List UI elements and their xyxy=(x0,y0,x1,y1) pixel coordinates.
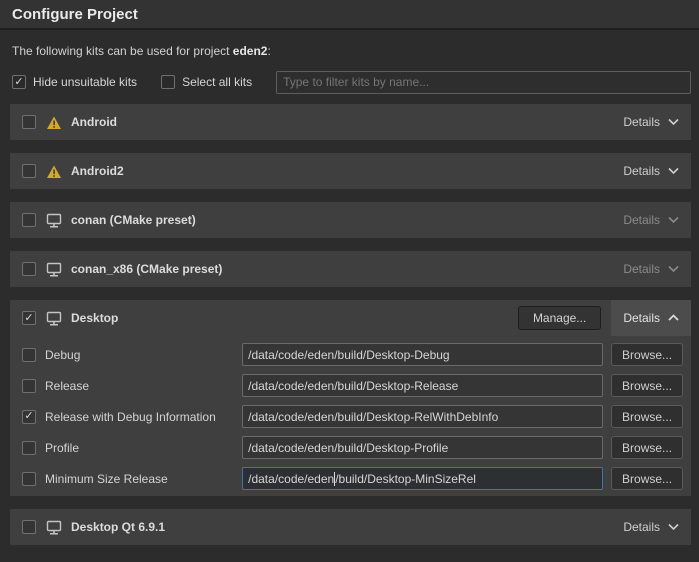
kit-filter-input[interactable] xyxy=(276,71,691,94)
chevron-up-icon xyxy=(668,314,679,322)
kit-header: Desktop Manage... Details xyxy=(10,300,691,336)
manage-button[interactable]: Manage... xyxy=(518,306,601,330)
details-toggle[interactable]: Details xyxy=(611,202,691,238)
kit-row-android2: Android2 Details xyxy=(10,153,691,189)
kit-header: Desktop Qt 6.9.1 Details xyxy=(10,509,691,545)
desktop-icon xyxy=(46,213,62,228)
kit-row-desktop: Desktop Manage... Details Debug Browse..… xyxy=(10,300,691,496)
build-config-row-relwithdebinfo: Release with Debug Information Browse... xyxy=(22,405,683,428)
build-dir-input[interactable] xyxy=(242,374,603,397)
chevron-down-icon xyxy=(668,265,679,273)
kit-header: conan (CMake preset) Details xyxy=(10,202,691,238)
warning-icon xyxy=(46,164,62,179)
kit-header: Android2 Details xyxy=(10,153,691,189)
kit-name: Desktop xyxy=(71,311,518,325)
kit-checkbox[interactable] xyxy=(22,520,36,534)
build-config-list: Debug Browse... Release Browse... Releas… xyxy=(10,336,691,496)
details-toggle[interactable]: Details xyxy=(611,104,691,140)
browse-button[interactable]: Browse... xyxy=(611,467,683,490)
config-label: Minimum Size Release xyxy=(45,472,242,486)
details-toggle[interactable]: Details xyxy=(611,300,691,336)
config-label: Release with Debug Information xyxy=(45,410,242,424)
config-checkbox[interactable] xyxy=(22,379,36,393)
details-toggle[interactable]: Details xyxy=(611,153,691,189)
kit-name: Android2 xyxy=(71,164,611,178)
build-dir-input[interactable] xyxy=(242,405,603,428)
title-bar: Configure Project xyxy=(0,0,699,30)
chevron-down-icon xyxy=(668,167,679,175)
intro-text: The following kits can be used for proje… xyxy=(12,44,687,58)
desktop-icon xyxy=(46,520,62,535)
config-label: Debug xyxy=(45,348,242,362)
build-dir-input[interactable] xyxy=(242,343,603,366)
kit-name: conan (CMake preset) xyxy=(71,213,611,227)
config-checkbox[interactable] xyxy=(22,348,36,362)
config-checkbox[interactable] xyxy=(22,441,36,455)
chevron-down-icon xyxy=(668,216,679,224)
kit-name: Android xyxy=(71,115,611,129)
browse-button[interactable]: Browse... xyxy=(611,436,683,459)
kit-checkbox[interactable] xyxy=(22,311,36,325)
build-config-row-release: Release Browse... xyxy=(22,374,683,397)
hide-unsuitable-kits-label: Hide unsuitable kits xyxy=(33,75,137,89)
kit-name: Desktop Qt 6.9.1 xyxy=(71,520,611,534)
page-title: Configure Project xyxy=(12,6,138,23)
details-toggle[interactable]: Details xyxy=(611,251,691,287)
config-checkbox[interactable] xyxy=(22,410,36,424)
kit-checkbox[interactable] xyxy=(22,115,36,129)
select-all-kits-checkbox-group[interactable]: Select all kits xyxy=(161,75,252,89)
chevron-down-icon xyxy=(668,523,679,531)
browse-button[interactable]: Browse... xyxy=(611,374,683,397)
config-checkbox[interactable] xyxy=(22,472,36,486)
select-all-kits-label: Select all kits xyxy=(182,75,252,89)
build-dir-input[interactable] xyxy=(242,436,603,459)
build-config-row-debug: Debug Browse... xyxy=(22,343,683,366)
kit-row-android: Android Details xyxy=(10,104,691,140)
desktop-icon xyxy=(46,262,62,277)
kit-header: conan_x86 (CMake preset) Details xyxy=(10,251,691,287)
kit-row-conan-x86: conan_x86 (CMake preset) Details xyxy=(10,251,691,287)
kit-list: Android Details Android2 Details xyxy=(10,104,691,545)
kit-checkbox[interactable] xyxy=(22,213,36,227)
hide-unsuitable-kits-checkbox[interactable] xyxy=(12,75,26,89)
hide-unsuitable-kits-checkbox-group[interactable]: Hide unsuitable kits xyxy=(12,75,137,89)
build-config-row-minsizerel: Minimum Size Release /data/code/eden/bui… xyxy=(22,467,683,490)
project-name: eden2 xyxy=(233,44,268,58)
kit-checkbox[interactable] xyxy=(22,164,36,178)
build-config-row-profile: Profile Browse... xyxy=(22,436,683,459)
details-toggle[interactable]: Details xyxy=(611,509,691,545)
browse-button[interactable]: Browse... xyxy=(611,343,683,366)
browse-button[interactable]: Browse... xyxy=(611,405,683,428)
kit-row-desktop-qt-691: Desktop Qt 6.9.1 Details xyxy=(10,509,691,545)
config-label: Profile xyxy=(45,441,242,455)
kit-filter-controls: Hide unsuitable kits Select all kits xyxy=(12,70,691,94)
build-dir-input-focused[interactable]: /data/code/eden/build/Desktop-MinSizeRel xyxy=(242,467,603,490)
desktop-icon xyxy=(46,311,62,326)
chevron-down-icon xyxy=(668,118,679,126)
select-all-kits-checkbox[interactable] xyxy=(161,75,175,89)
kit-checkbox[interactable] xyxy=(22,262,36,276)
config-label: Release xyxy=(45,379,242,393)
warning-icon xyxy=(46,115,62,130)
kit-name: conan_x86 (CMake preset) xyxy=(71,262,611,276)
kit-row-conan: conan (CMake preset) Details xyxy=(10,202,691,238)
kit-header: Android Details xyxy=(10,104,691,140)
